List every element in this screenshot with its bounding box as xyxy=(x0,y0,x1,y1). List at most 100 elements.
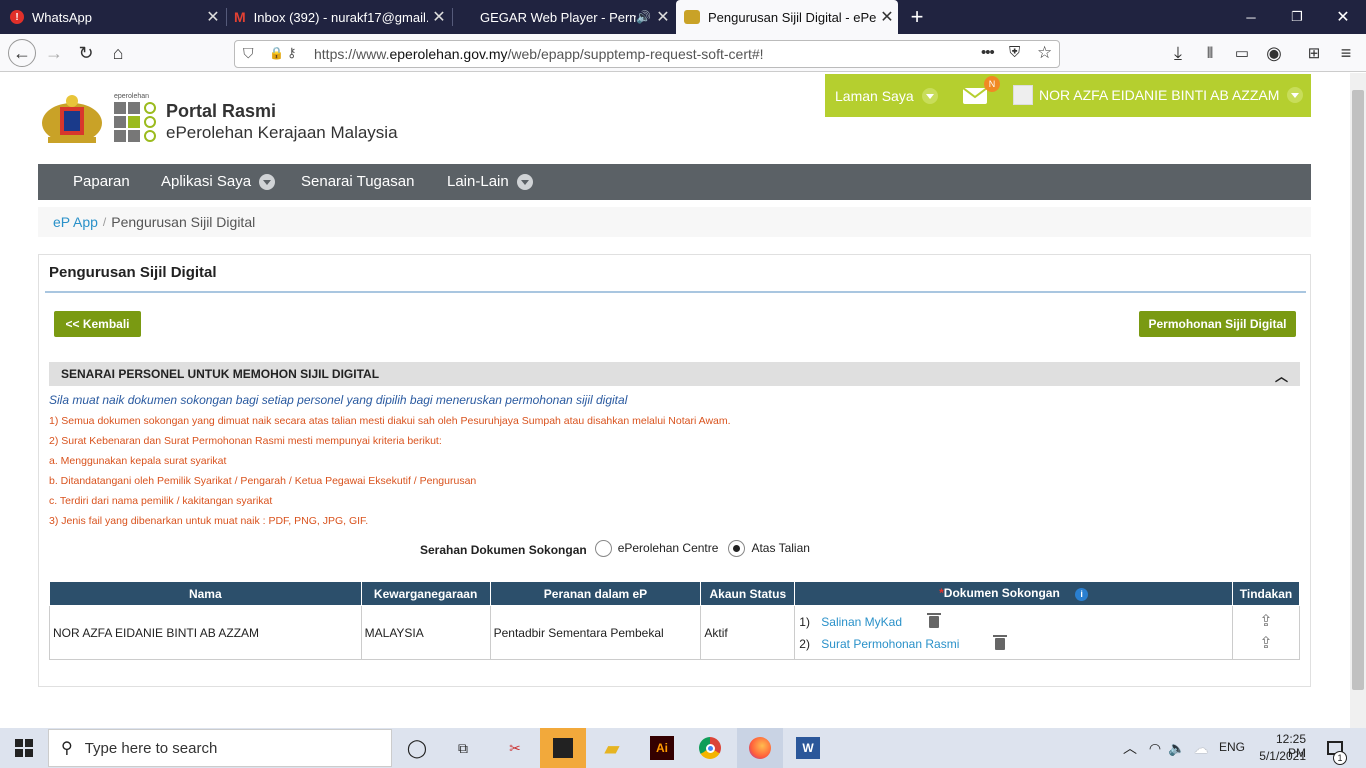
submission-label: Serahan Dokumen Sokongan xyxy=(420,543,587,557)
bookmark-star-icon[interactable]: ☆ xyxy=(1037,43,1052,63)
extensions-icon[interactable]: ⊞ xyxy=(1302,41,1326,65)
close-tab-icon[interactable]: ✕ xyxy=(876,7,898,27)
nav-paparan[interactable]: Paparan xyxy=(73,173,130,190)
chevron-down-icon xyxy=(516,173,533,190)
language-indicator[interactable]: ENG xyxy=(1219,740,1245,754)
note-3: 3) Jenis fail yang dibenarkan untuk muat… xyxy=(49,515,369,527)
cell-peranan: Pentadbir Sementara Pembekal xyxy=(489,605,702,660)
chrome-icon[interactable] xyxy=(695,733,725,763)
portal-title: Portal Rasmi xyxy=(166,101,277,121)
trash-icon[interactable] xyxy=(993,634,1008,650)
firefox-icon[interactable] xyxy=(737,728,783,768)
tab-gegar[interactable]: GEGAR Web Player - Permat 🔊 ✕ xyxy=(454,0,674,34)
radio-eperolehan-centre[interactable] xyxy=(594,539,612,557)
table-row: NOR AZFA EIDANIE BINTI AB AZZAM MALAYSIA… xyxy=(49,605,1301,660)
info-icon[interactable]: i xyxy=(1075,587,1089,601)
whatsapp-alert-icon: ! xyxy=(10,10,24,24)
restore-icon[interactable]: ❐ xyxy=(1274,0,1320,34)
reload-icon[interactable]: ↻ xyxy=(74,41,98,65)
file-explorer-icon[interactable]: ▰ xyxy=(597,733,627,763)
home-icon[interactable]: ⌂ xyxy=(106,41,130,65)
scrollbar-thumb[interactable] xyxy=(1352,90,1364,690)
back-button[interactable]: << Kembali xyxy=(54,311,141,337)
user-name-menu[interactable]: NOR AZFA EIDANIE BINTI AB AZZAM xyxy=(1039,87,1304,103)
tab-title: WhatsApp xyxy=(32,9,92,25)
menu-icon[interactable]: ≡ xyxy=(1334,41,1358,65)
radio-atas-talian-label[interactable]: Atas Talian xyxy=(751,541,809,555)
close-tab-icon[interactable]: ✕ xyxy=(652,7,674,27)
url-prefix: https://www. xyxy=(314,46,390,62)
trash-icon[interactable] xyxy=(927,612,942,628)
lock-icon[interactable]: 🔒 xyxy=(269,46,284,60)
nav-label: Aplikasi Saya xyxy=(161,173,252,190)
intro-text: Sila muat naik dokumen sokongan bagi set… xyxy=(49,393,628,407)
title-divider xyxy=(45,291,1306,293)
taskbar-search[interactable]: ⚲ Type here to search xyxy=(48,729,392,767)
word-icon[interactable]: W xyxy=(793,733,823,763)
collapse-chevron-icon[interactable]: ︿ xyxy=(1275,366,1288,385)
task-view-icon[interactable]: ⧉ xyxy=(448,733,478,763)
document-link-surat[interactable]: Surat Permohonan Rasmi xyxy=(821,637,995,651)
close-tab-icon[interactable]: ✕ xyxy=(202,7,224,27)
notification-badge: N xyxy=(984,76,1000,92)
mail-icon[interactable] xyxy=(962,87,988,104)
key-icon[interactable]: ⚷ xyxy=(287,45,297,61)
account-icon[interactable]: ◉ xyxy=(1262,41,1286,65)
upload-icon[interactable]: ⇪ xyxy=(1236,633,1296,655)
windows-taskbar: ⚲ Type here to search ◯ ⧉ ✂ ▰ Ai W ︿ ◠ 🔈… xyxy=(0,728,1366,768)
search-placeholder: Type here to search xyxy=(84,739,218,757)
library-icon[interactable]: ⫴ xyxy=(1198,41,1222,65)
notification-count-badge: 1 xyxy=(1333,751,1347,765)
close-window-icon[interactable]: ✕ xyxy=(1320,0,1366,34)
note-2b: b. Ditandatangani oleh Pemilik Syarikat … xyxy=(49,475,477,487)
col-header-nama: Nama xyxy=(49,581,362,606)
sidebar-icon[interactable]: ▭ xyxy=(1230,41,1254,65)
windows-start-icon[interactable] xyxy=(9,733,39,763)
minimize-icon[interactable]: ─ xyxy=(1228,0,1274,34)
tab-gmail[interactable]: M Inbox (392) - nurakf17@gmail.c ✕ xyxy=(228,0,450,34)
radio-eperolehan-centre-label[interactable]: ePerolehan Centre xyxy=(618,541,719,555)
upload-icon[interactable]: ⇪ xyxy=(1236,611,1296,633)
document-number: 2) xyxy=(799,636,810,651)
eperolehan-logo-text: eperolehan xyxy=(114,93,150,100)
pocket-icon[interactable]: ⛨ xyxy=(1009,44,1020,61)
crest-icon xyxy=(684,10,700,24)
user-name: NOR AZFA EIDANIE BINTI AB AZZAM xyxy=(1039,87,1280,103)
request-certificate-button[interactable]: Permohonan Sijil Digital xyxy=(1139,311,1296,337)
download-icon[interactable]: ⤓ xyxy=(1166,41,1190,65)
laman-saya-label: Laman Saya xyxy=(835,87,914,104)
section-title: SENARAI PERSONEL UNTUK MEMOHON SIJIL DIG… xyxy=(61,367,380,381)
personnel-table: Nama Kewarganegaraan Peranan dalam eP Ak… xyxy=(49,581,1301,660)
new-tab-button[interactable]: + xyxy=(902,0,932,34)
page-title: Pengurusan Sijil Digital xyxy=(49,264,217,281)
sticky-notes-icon[interactable] xyxy=(540,728,586,768)
avatar[interactable] xyxy=(1013,85,1033,105)
document-link-mykad[interactable]: Salinan MyKad xyxy=(821,615,929,629)
breadcrumb-root-link[interactable]: eP App xyxy=(53,214,98,230)
illustrator-icon[interactable]: Ai xyxy=(647,733,677,763)
shield-icon[interactable]: ⛉ xyxy=(243,45,254,62)
page-actions-icon[interactable]: ••• xyxy=(981,44,995,61)
url-text[interactable]: https://www.eperolehan.gov.my/web/epapp/… xyxy=(314,46,764,62)
clock-date[interactable]: 5/1/2021 xyxy=(1258,749,1306,763)
close-tab-icon[interactable]: ✕ xyxy=(428,7,450,27)
cell-nama: NOR AZFA EIDANIE BINTI AB AZZAM xyxy=(49,605,362,660)
user-menu-bar: Laman Saya N NOR AZFA EIDANIE BINTI AB A… xyxy=(825,74,1311,117)
cortana-icon[interactable]: ◯ xyxy=(402,733,432,763)
speaker-icon[interactable]: 🔊 xyxy=(636,10,652,24)
tab-whatsapp[interactable]: ! WhatsApp ✕ xyxy=(0,0,224,34)
laman-saya-menu[interactable]: Laman Saya xyxy=(835,87,938,104)
url-domain: eperolehan.gov.my xyxy=(389,46,508,62)
snipping-tool-icon[interactable]: ✂ xyxy=(500,733,530,763)
nav-aplikasi-saya[interactable]: Aplikasi Saya xyxy=(161,173,276,190)
back-icon[interactable]: ← xyxy=(8,39,36,67)
nav-senarai-tugasan[interactable]: Senarai Tugasan xyxy=(301,173,414,190)
radio-atas-talian[interactable] xyxy=(728,539,746,557)
government-crest-logo xyxy=(38,93,106,147)
nav-lain-lain[interactable]: Lain-Lain xyxy=(447,173,533,190)
tab-pengurusan[interactable]: Pengurusan Sijil Digital - ePerol ✕ xyxy=(676,0,898,34)
col-header-tindakan: Tindakan xyxy=(1231,581,1301,606)
forward-icon[interactable]: → xyxy=(42,41,66,65)
onedrive-icon[interactable]: ☁ xyxy=(1186,733,1216,763)
section-header[interactable]: SENARAI PERSONEL UNTUK MEMOHON SIJIL DIG… xyxy=(49,362,1300,386)
